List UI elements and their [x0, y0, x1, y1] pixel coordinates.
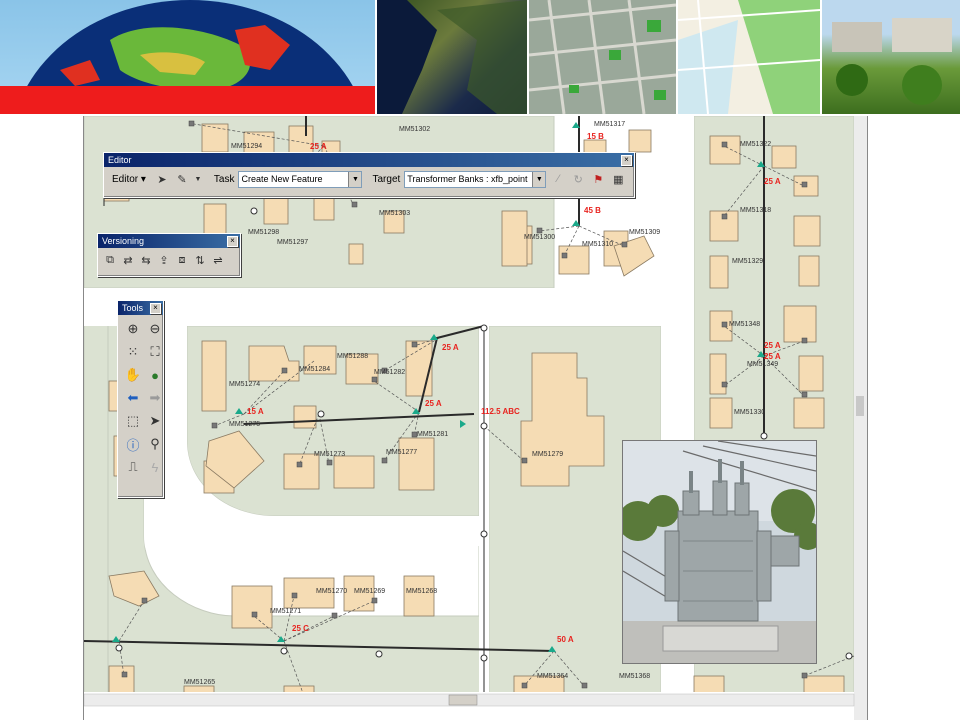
parcel-label: MM51298: [248, 229, 279, 236]
banner: [0, 0, 960, 114]
satellite-terrain-icon: [377, 0, 527, 114]
parcel-label: MM51274: [229, 381, 260, 388]
tools-toolbar: Tools × ⊕ ⊖ ⁙ ⛶ ✋ ● ⬅ ➡ ⬚ ➤ ⓘ ⚲ ⎍ ϟ: [117, 300, 164, 498]
chevron-down-icon[interactable]: ▼: [532, 171, 546, 187]
parcel-label: MM51330: [734, 409, 765, 416]
parcel-label: MM51277: [386, 449, 417, 456]
target-select[interactable]: Transformer Banks : xfb_point ▼: [404, 170, 547, 188]
forward-arrow-icon[interactable]: ➡: [145, 388, 165, 408]
reconcile-icon[interactable]: ⇆: [138, 252, 154, 268]
load-label: 50 A: [557, 635, 574, 644]
load-label: 25 A: [764, 177, 781, 186]
target-label: Target: [372, 173, 401, 185]
editor-title: Editor: [108, 155, 132, 165]
parcel-label: MM51309: [629, 229, 660, 236]
pan-hand-icon[interactable]: ✋: [123, 365, 143, 385]
attributes-icon[interactable]: ⚑: [590, 171, 606, 187]
edit-pointer-icon[interactable]: ➤: [154, 171, 170, 187]
city-aerial-icon: [529, 0, 676, 114]
parcel-label: MM51265: [184, 679, 215, 686]
parcel-label: MM51302: [399, 126, 430, 133]
task-select-value: Create New Feature: [241, 174, 323, 184]
3d-city-icon: [822, 0, 960, 114]
parcel-label: MM51288: [337, 353, 368, 360]
rotate-tool-icon[interactable]: ↻: [570, 171, 586, 187]
parcel-label: MM51300: [524, 234, 555, 241]
post-icon[interactable]: ⇪: [156, 252, 172, 268]
parcel-label: MM51270: [316, 588, 347, 595]
fixed-zoom-in-icon[interactable]: ⁙: [123, 342, 143, 362]
parcel-label: MM51271: [270, 608, 301, 615]
editor-menu[interactable]: Editor ▾: [108, 174, 150, 185]
parcel-label: MM51349: [747, 361, 778, 368]
load-label: 112.5 ABC: [481, 407, 520, 416]
versioning-toolbar: Versioning × ⧉ ⇄ ⇆ ⇪ ⧈ ⇅ ⇌: [97, 233, 241, 277]
measure-ruler-icon[interactable]: ⎍: [123, 457, 143, 477]
chevron-down-icon[interactable]: ▼: [194, 171, 202, 187]
transformer-photo: [622, 440, 817, 664]
parcel-label: MM51282: [374, 369, 405, 376]
load-label: 25 A: [442, 343, 459, 352]
replace-version-icon[interactable]: ⇌: [210, 252, 226, 268]
hyperlink-lightning-icon[interactable]: ϟ: [145, 457, 165, 477]
target-select-value: Transformer Banks : xfb_point: [407, 174, 528, 184]
load-label: 25 A: [425, 399, 442, 408]
load-label: 45 B: [584, 206, 601, 215]
load-label: 25 A: [764, 352, 781, 361]
parcel-label: MM51269: [354, 588, 385, 595]
back-arrow-icon[interactable]: ⬅: [123, 388, 143, 408]
editor-toolbar: Editor × Editor ▾ ➤ ✎ ▼ Task Create New …: [103, 152, 635, 198]
version-changes-icon[interactable]: ⇅: [192, 252, 208, 268]
parcel-label: MM51294: [231, 143, 262, 150]
parcel-label: MM51284: [299, 366, 330, 373]
full-extent-globe-icon[interactable]: ●: [145, 365, 165, 385]
select-elements-icon[interactable]: ➤: [145, 411, 165, 431]
parcel-label: MM51279: [532, 451, 563, 458]
parcel-label: MM51329: [732, 258, 763, 265]
select-features-icon[interactable]: ⬚: [123, 411, 143, 431]
parcel-label: MM51303: [379, 210, 410, 217]
close-icon[interactable]: ×: [227, 236, 238, 247]
close-icon[interactable]: ×: [621, 155, 632, 166]
parcel-label: MM51317: [594, 121, 625, 128]
task-label: Task: [213, 173, 235, 185]
split-tool-icon[interactable]: ⁄: [550, 171, 566, 187]
zoom-in-icon[interactable]: ⊕: [123, 319, 143, 339]
banner-red-bar: [0, 86, 375, 114]
parcel-label: MM51364: [537, 673, 568, 680]
fixed-zoom-out-icon[interactable]: ⛶: [145, 342, 165, 362]
identify-icon[interactable]: ⓘ: [123, 434, 143, 454]
versioning-toolbar-title: Versioning ×: [98, 234, 240, 248]
load-label: 15 B: [587, 132, 604, 141]
parcel-label: MM51322: [740, 141, 771, 148]
tools-title: Tools: [122, 303, 144, 313]
change-version-icon[interactable]: ⧉: [102, 252, 118, 268]
load-label: 25 C: [292, 624, 309, 633]
load-label: 25 A: [764, 341, 781, 350]
parcel-label: MM51310: [582, 241, 613, 248]
load-label: 25 A: [310, 142, 327, 151]
parcel-label: MM51275: [229, 421, 260, 428]
tools-toolbar-title: Tools ×: [118, 301, 163, 315]
close-icon[interactable]: ×: [150, 303, 161, 314]
parcel-label: MM51268: [406, 588, 437, 595]
sketch-pencil-icon[interactable]: ✎: [174, 171, 190, 187]
street-map-icon: [678, 0, 820, 114]
parcel-label: MM51297: [277, 239, 308, 246]
sketch-properties-icon[interactable]: ▦: [610, 171, 626, 187]
parcel-label: MM51348: [729, 321, 760, 328]
load-label: 15 A: [247, 407, 264, 416]
parcel-label: MM51318: [740, 207, 771, 214]
refresh-version-icon[interactable]: ⇄: [120, 252, 136, 268]
chevron-down-icon[interactable]: ▼: [348, 171, 362, 187]
editor-toolbar-title: Editor ×: [104, 153, 634, 167]
find-binoculars-icon[interactable]: ⚲: [145, 434, 165, 454]
parcel-label: MM51273: [314, 451, 345, 458]
zoom-out-icon[interactable]: ⊖: [145, 319, 165, 339]
versioning-title: Versioning: [102, 236, 145, 246]
parcel-label: MM51368: [619, 673, 650, 680]
conflicts-icon[interactable]: ⧈: [174, 252, 190, 268]
parcel-label: MM51281: [417, 431, 448, 438]
task-select[interactable]: Create New Feature ▼: [238, 170, 363, 188]
